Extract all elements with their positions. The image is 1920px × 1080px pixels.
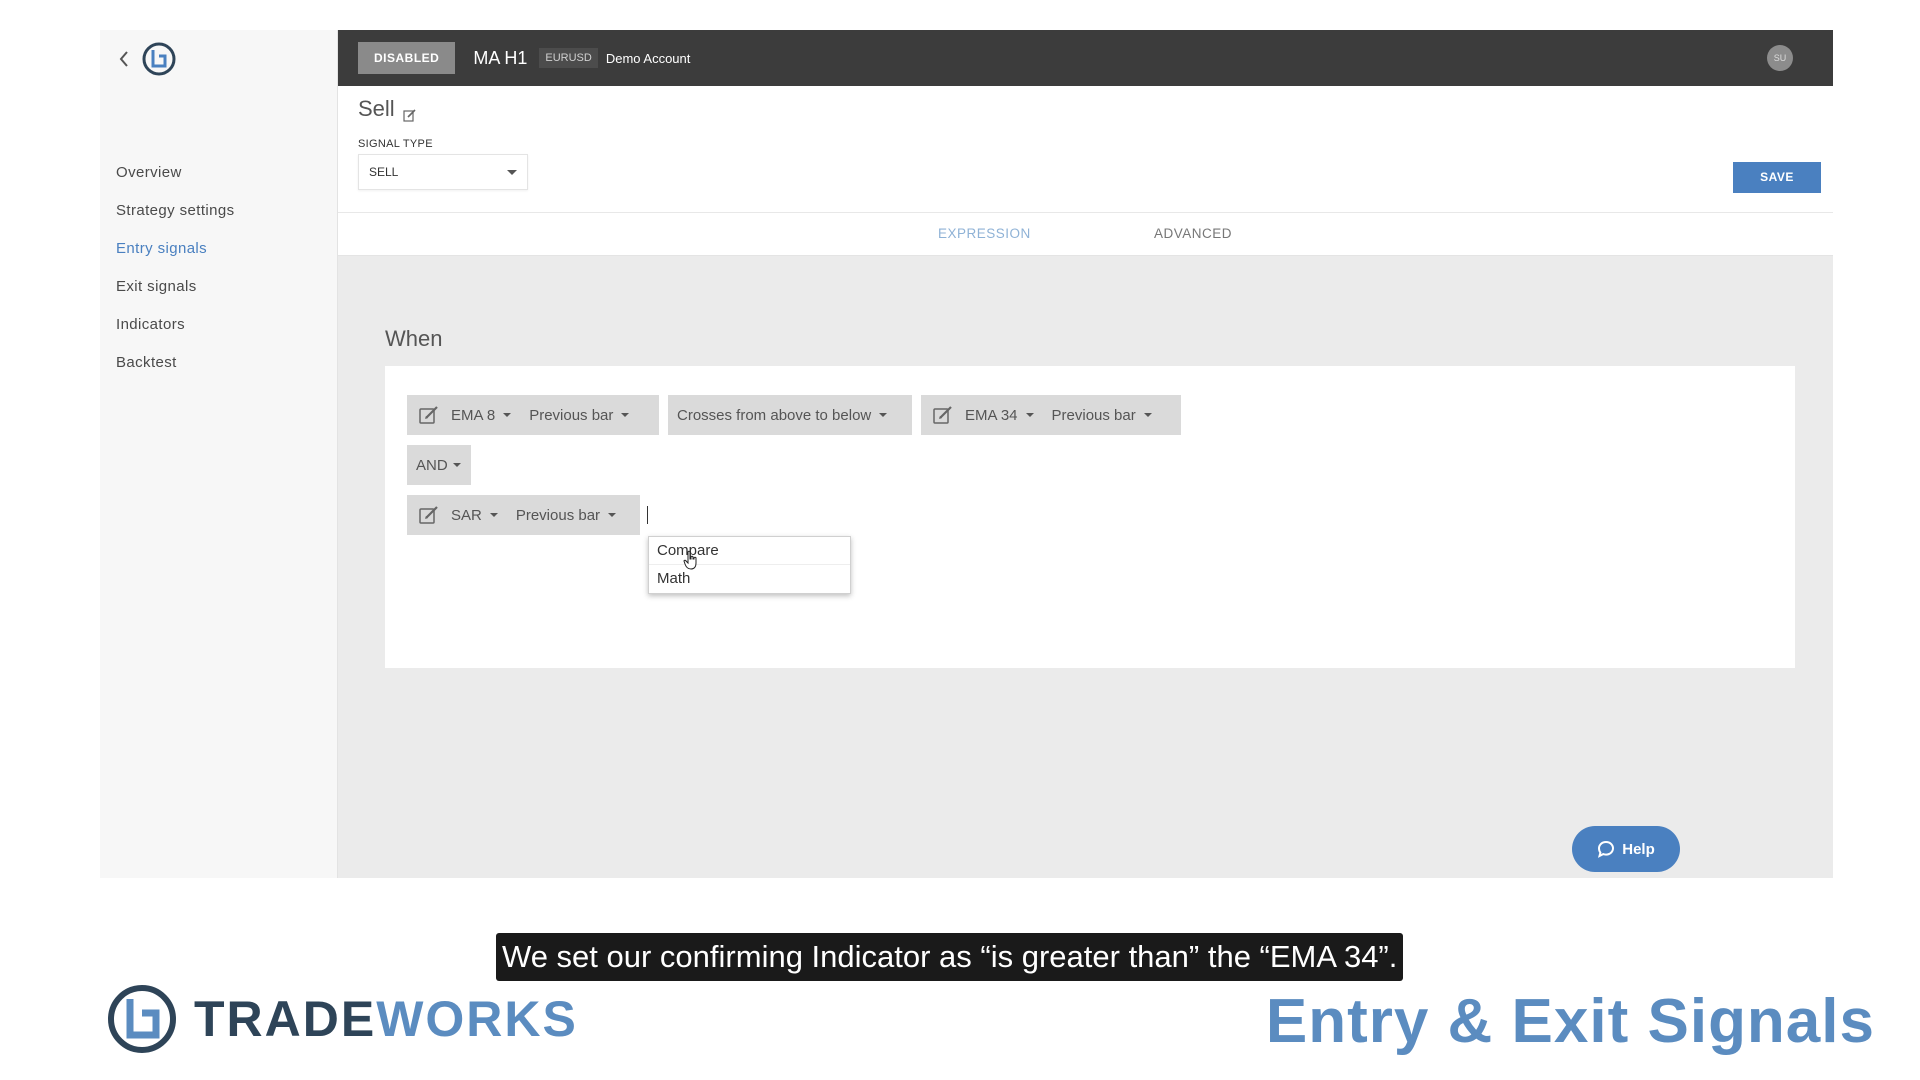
signal-type-select[interactable]: SELL xyxy=(358,154,528,190)
bar-select[interactable]: Previous bar xyxy=(1043,395,1161,435)
tab-advanced[interactable]: ADVANCED xyxy=(1154,226,1232,241)
signal-header: Sell SIGNAL TYPE SELL SAVE xyxy=(338,86,1833,212)
brand-name-trade: TRADE xyxy=(194,991,377,1047)
condition-chip-left: EMA 8 Previous bar xyxy=(407,395,659,435)
sidebar-item-overview[interactable]: Overview xyxy=(116,154,235,192)
menu-item-compare[interactable]: Compare xyxy=(649,537,850,565)
symbol-tag: EURUSD xyxy=(539,48,598,68)
top-bar: DISABLED MA H1 EURUSD Demo Account SU xyxy=(338,30,1833,86)
condition-chip-sar: SAR Previous bar xyxy=(407,495,640,535)
indicator-value: SAR xyxy=(451,506,482,524)
caret-down-icon xyxy=(503,413,512,417)
account-name: Demo Account xyxy=(605,50,691,66)
when-label: When xyxy=(385,326,443,351)
logic-select[interactable]: AND xyxy=(407,445,470,485)
tradeworks-logo-icon xyxy=(104,981,180,1057)
sidebar-header xyxy=(116,40,178,78)
sidebar-nav: Overview Strategy settings Entry signals… xyxy=(116,154,235,382)
text-cursor xyxy=(647,506,648,524)
indicator-select[interactable]: SAR xyxy=(442,495,507,535)
sidebar-item-strategy-settings[interactable]: Strategy settings xyxy=(116,192,235,230)
expression-panel: EMA 8 Previous bar Crosses from above to… xyxy=(385,366,1795,668)
caret-down-icon xyxy=(879,413,888,417)
bar-select[interactable]: Previous bar xyxy=(507,495,625,535)
edit-pencil-icon[interactable] xyxy=(418,404,440,426)
caret-down-icon xyxy=(489,513,498,517)
chat-bubble-icon xyxy=(1598,840,1615,858)
logic-chip: AND xyxy=(407,445,471,485)
bar-value: Previous bar xyxy=(515,506,601,524)
help-label: Help xyxy=(1622,840,1655,858)
sidebar-item-exit-signals[interactable]: Exit signals xyxy=(116,268,235,306)
caret-down-icon xyxy=(621,413,630,417)
edit-pencil-icon[interactable] xyxy=(932,404,954,426)
brand-lockup: TRADE WORKS xyxy=(104,981,578,1057)
signal-type-label: SIGNAL TYPE xyxy=(358,138,433,150)
condition-chip-right: EMA 34 Previous bar xyxy=(921,395,1181,435)
help-button[interactable]: Help xyxy=(1572,826,1680,872)
tab-bar: EXPRESSION ADVANCED xyxy=(338,212,1833,256)
bar-value: Previous bar xyxy=(1051,406,1136,424)
operator-chip: Crosses from above to below xyxy=(668,395,912,435)
signal-title: Sell xyxy=(358,96,395,121)
sidebar-item-backtest[interactable]: Backtest xyxy=(116,344,235,382)
caret-down-icon xyxy=(1143,413,1152,417)
status-badge: DISABLED xyxy=(358,42,456,74)
operation-menu: Compare Math xyxy=(648,536,851,594)
indicator-value: EMA 34 xyxy=(965,406,1018,424)
strategy-name: MA H1 xyxy=(473,47,528,68)
menu-item-math[interactable]: Math xyxy=(649,565,850,593)
signal-type-value: SELL xyxy=(369,165,399,179)
logic-value: AND xyxy=(416,456,448,474)
signal-title-row: Sell xyxy=(358,96,417,122)
indicator-select[interactable]: EMA 34 xyxy=(956,395,1043,435)
tab-expression[interactable]: EXPRESSION xyxy=(938,226,1031,241)
indicator-value: EMA 8 xyxy=(451,406,496,424)
main-content: DISABLED MA H1 EURUSD Demo Account SU Se… xyxy=(338,30,1833,878)
operator-value: Crosses from above to below xyxy=(677,406,872,424)
back-arrow-icon[interactable] xyxy=(116,46,132,72)
save-button[interactable]: SAVE xyxy=(1733,162,1821,193)
edit-pencil-icon[interactable] xyxy=(418,504,440,526)
user-avatar[interactable]: SU xyxy=(1767,45,1793,71)
app-window: Overview Strategy settings Entry signals… xyxy=(100,30,1833,878)
chevron-down-icon xyxy=(507,169,517,175)
bar-select[interactable]: Previous bar xyxy=(520,395,638,435)
brand-name-works: WORKS xyxy=(376,991,578,1047)
indicator-select[interactable]: EMA 8 xyxy=(442,395,520,435)
caret-down-icon xyxy=(608,513,617,517)
tradeworks-logo-icon[interactable] xyxy=(140,40,178,78)
bar-value: Previous bar xyxy=(529,406,614,424)
video-caption: We set our confirming Indicator as “is g… xyxy=(496,933,1404,981)
caret-down-icon xyxy=(1025,413,1034,417)
operator-select[interactable]: Crosses from above to below xyxy=(668,395,896,435)
hand-pointer-icon xyxy=(683,550,699,570)
sidebar-item-entry-signals[interactable]: Entry signals xyxy=(116,230,235,268)
edit-pencil-icon[interactable] xyxy=(403,102,417,122)
video-title: Entry & Exit Signals xyxy=(1265,987,1875,1056)
sidebar: Overview Strategy settings Entry signals… xyxy=(100,30,338,878)
caret-down-icon xyxy=(452,463,461,467)
sidebar-item-indicators[interactable]: Indicators xyxy=(116,306,235,344)
